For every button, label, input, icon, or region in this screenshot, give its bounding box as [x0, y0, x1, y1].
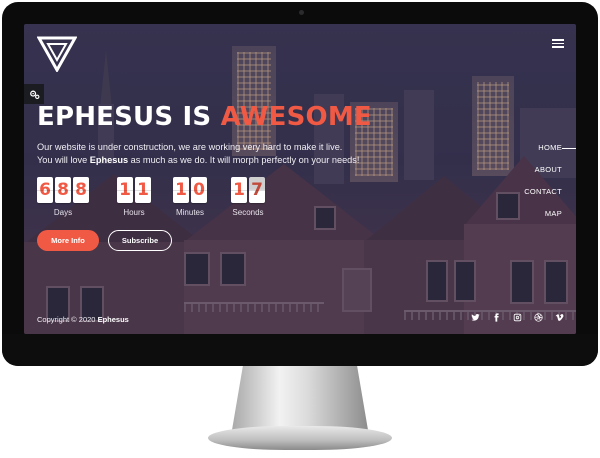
monitor-camera	[299, 10, 304, 15]
countdown-digit: 1	[231, 177, 247, 203]
countdown-minutes: 1 0 Minutes	[173, 177, 207, 217]
hero-title-accent: AWESOME	[220, 102, 372, 132]
screen: EPHESUS IS AWESOME Our website is under …	[24, 24, 576, 334]
countdown-days: 6 8 8 Days	[37, 177, 89, 217]
countdown-digit: 8	[73, 177, 89, 203]
countdown-digit: 0	[191, 177, 207, 203]
countdown-seconds: 1 7 Seconds	[231, 177, 265, 217]
nav-item-contact[interactable]: CONTACT	[482, 185, 562, 207]
countdown-digit: 1	[173, 177, 189, 203]
countdown-label-minutes: Minutes	[175, 208, 204, 217]
hamburger-menu-icon[interactable]	[552, 39, 564, 48]
settings-toggle-button[interactable]	[24, 84, 44, 104]
nav-item-about[interactable]: ABOUT	[482, 163, 562, 185]
countdown-digit: 1	[135, 177, 151, 203]
countdown-hours: 1 1 Hours	[117, 177, 151, 217]
twitter-icon[interactable]	[470, 312, 480, 322]
hero-text-line2-after: as much as we do. It will morph perfectl…	[130, 155, 360, 165]
hero-text-line1: Our website is under construction, we ar…	[37, 142, 343, 152]
copyright-text: Copyright © 2020 Ephesus	[37, 315, 129, 324]
monitor-stand-neck	[232, 366, 368, 430]
monitor-stand-base	[208, 426, 392, 450]
countdown-digit: 1	[117, 177, 133, 203]
social-links	[470, 312, 564, 322]
instagram-icon[interactable]	[512, 312, 522, 322]
side-navigation: HOME ABOUT CONTACT MAP	[482, 141, 576, 229]
countdown-digit: 6	[37, 177, 53, 203]
nav-item-map[interactable]: MAP	[482, 207, 562, 229]
copyright-prefix: Copyright © 2020	[37, 315, 96, 324]
vimeo-icon[interactable]	[554, 312, 564, 322]
countdown-label-days: Days	[53, 208, 73, 217]
countdown-digit: 8	[55, 177, 71, 203]
countdown-digit-flipping: 7	[249, 177, 265, 203]
hero-title: EPHESUS IS AWESOME	[37, 102, 372, 132]
hero-title-prefix: EPHESUS IS	[37, 102, 212, 132]
hero-description: Our website is under construction, we ar…	[37, 141, 377, 167]
hero-text-brand: Ephesus	[89, 155, 129, 165]
monitor-chin	[2, 334, 598, 366]
facebook-icon[interactable]	[491, 312, 501, 322]
copyright-brand: Ephesus	[97, 315, 129, 324]
gears-icon	[29, 90, 39, 99]
more-info-button[interactable]: More Info	[37, 230, 99, 251]
countdown-label-hours: Hours	[123, 208, 145, 217]
subscribe-button[interactable]: Subscribe	[108, 230, 172, 251]
nav-item-home[interactable]: HOME	[482, 141, 576, 163]
dribbble-icon[interactable]	[533, 312, 543, 322]
countdown-label-seconds: Seconds	[232, 208, 264, 217]
hero-text-line2-before: You will love	[37, 155, 88, 165]
triangle-logo-icon[interactable]	[36, 36, 78, 74]
